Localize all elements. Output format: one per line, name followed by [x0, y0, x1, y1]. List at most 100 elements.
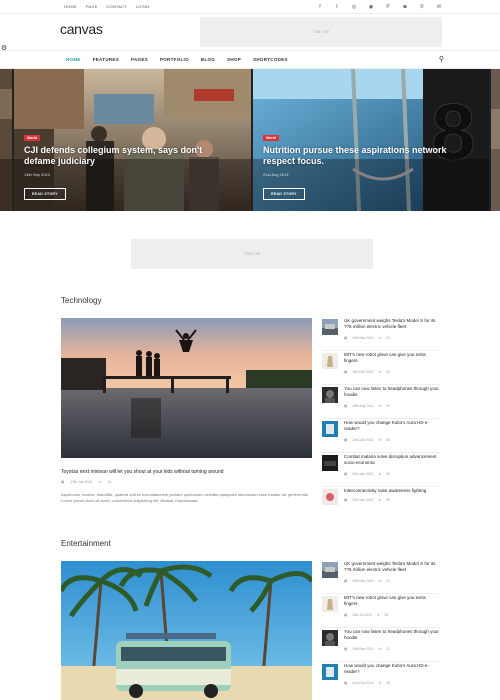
ad-banner-top[interactable]: 728 × 90	[200, 17, 442, 47]
list-item[interactable]: UK government weighs Tesla's Model S for…	[322, 560, 440, 594]
slide-1-category[interactable]: World	[24, 135, 40, 141]
slide-1[interactable]: World CJI defends collegium system, says…	[14, 69, 251, 211]
list-item[interactable]: UK government weighs Tesla's Model S for…	[322, 317, 440, 351]
nav-home[interactable]: HOME	[66, 57, 81, 62]
calendar-icon: ▦	[344, 404, 348, 408]
list-item-comments[interactable]: 21	[386, 336, 390, 340]
list-item-title[interactable]: MIT's new robot glove can give you extra…	[344, 352, 440, 364]
mail-icon[interactable]: ✉	[436, 3, 442, 11]
list-item-comments[interactable]: 54	[384, 613, 388, 617]
nav-portfolio[interactable]: PORTFOLIO	[160, 57, 189, 62]
entertainment-main-photo	[61, 561, 312, 700]
list-item-comments[interactable]: 35	[386, 498, 390, 502]
github-icon[interactable]: ◉	[368, 3, 374, 11]
top-link-contact[interactable]: CONTACT	[106, 4, 126, 9]
calendar-icon: ▦	[344, 647, 348, 651]
nav-blog[interactable]: BLOG	[201, 57, 215, 62]
instagram-icon[interactable]: ◙	[402, 3, 408, 11]
list-item-thumbnail[interactable]	[322, 489, 338, 505]
list-item[interactable]: Combat malaria solve disruption advancem…	[322, 453, 440, 487]
top-link-page[interactable]: PAGE	[86, 4, 98, 9]
technology-main-title[interactable]: Toyotas next minivan will let you shout …	[61, 469, 224, 475]
list-item-comments[interactable]: 21	[386, 579, 390, 583]
list-item[interactable]: Interconnectivity raise awareness fighti…	[322, 487, 440, 521]
list-item-meta: ▦ 23rd Jan 2014 ✉ 35	[344, 472, 390, 476]
slide-2[interactable]: 8 World Nutrition pursue these aspiratio…	[253, 69, 489, 211]
list-item-comments[interactable]: 35	[387, 681, 391, 685]
dribbble-icon[interactable]: ◎	[351, 3, 357, 11]
list-item-date: 11th Jul 2013	[352, 613, 372, 617]
list-item-comments[interactable]: 35	[386, 472, 390, 476]
list-item[interactable]: MIT's new robot glove can give you extra…	[322, 351, 440, 385]
technology-main-excerpt: Asperiores, tenetur, blanditiis, quaerat…	[61, 492, 309, 503]
list-item[interactable]: How would you change Kobo's Aura HD e-re…	[322, 419, 440, 453]
top-link-login[interactable]: LOGIN	[136, 4, 149, 9]
nav-shop[interactable]: SHOP	[227, 57, 241, 62]
calendar-icon: ▦	[344, 681, 348, 685]
list-item-comments[interactable]: 12	[386, 647, 390, 651]
calendar-icon: ▦	[344, 472, 348, 476]
list-item-title[interactable]: How would you change Kobo's Aura HD e-re…	[344, 663, 440, 675]
list-item-title[interactable]: You can now listen to headphones through…	[344, 386, 440, 398]
list-item-date: 23rd Jan 2014	[352, 498, 374, 502]
list-item[interactable]: How would you change Kobo's Aura HD e-re…	[322, 662, 440, 696]
list-item-title[interactable]: Interconnectivity raise awareness fighti…	[344, 488, 440, 494]
list-item[interactable]: MIT's new robot glove can give you extra…	[322, 594, 440, 628]
list-item-meta: ▦ 24th Nov 2014 ✉ 12	[344, 647, 390, 651]
slide-2-title[interactable]: Nutrition pursue these aspirations netwo…	[263, 145, 473, 167]
slide-2-category[interactable]: World	[263, 135, 279, 141]
nav-shortcodes[interactable]: SHORTCODES	[253, 57, 288, 62]
phone-icon[interactable]: ✆	[419, 3, 425, 11]
nav-pages[interactable]: PAGES	[131, 57, 148, 62]
social-icons: f t ◎ ◉ P ◙ ✆ ✉	[317, 3, 442, 11]
pinterest-icon[interactable]: P	[385, 3, 391, 11]
list-item-title[interactable]: MIT's new robot glove can give you extra…	[344, 595, 440, 607]
list-item-comments[interactable]: 90	[386, 404, 390, 408]
list-item-thumbnail[interactable]	[322, 353, 338, 369]
slide-1-date: 14th Sep 2014	[24, 172, 51, 177]
list-item-title[interactable]: Combat malaria solve disruption advancem…	[344, 454, 440, 466]
top-link-home[interactable]: HOME	[64, 4, 77, 9]
list-item-thumbnail[interactable]	[322, 421, 338, 437]
list-item-date: 10th Nov 2014	[352, 336, 374, 340]
calendar-icon: ▦	[61, 480, 65, 484]
technology-main-date: 17th Jan 2014	[70, 480, 93, 484]
slide-next-peek[interactable]	[491, 69, 500, 211]
list-item-title[interactable]: UK government weighs Tesla's Model S for…	[344, 561, 440, 573]
list-item-thumbnail[interactable]	[322, 596, 338, 612]
list-item[interactable]: You can now listen to headphones through…	[322, 628, 440, 662]
list-item-title[interactable]: How would you change Kobo's Aura HD e-re…	[344, 420, 440, 432]
list-item-thumbnail[interactable]	[322, 562, 338, 578]
top-bar: HOME PAGE CONTACT LOGIN f t ◎ ◉ P ◙ ✆ ✉	[0, 0, 500, 14]
site-logo[interactable]: canvas	[60, 21, 103, 37]
slide-1-title[interactable]: CJI defends collegium system, says don't…	[24, 145, 234, 167]
list-item-date: 22nd Oct 2014	[352, 681, 374, 685]
list-item-comments[interactable]: 35	[386, 438, 390, 442]
technology-main-image[interactable]	[61, 318, 312, 458]
list-item-thumbnail[interactable]	[322, 319, 338, 335]
list-item-title[interactable]: UK government weighs Tesla's Model S for…	[344, 318, 440, 330]
entertainment-main-image[interactable]	[61, 561, 312, 700]
technology-side-list: UK government weighs Tesla's Model S for…	[322, 317, 440, 521]
list-item-thumbnail[interactable]	[322, 455, 338, 471]
slide-prev-peek[interactable]	[0, 69, 12, 211]
technology-main-comments[interactable]: 21	[107, 480, 111, 484]
twitter-icon[interactable]: t	[334, 3, 340, 11]
entertainment-side-list: UK government weighs Tesla's Model S for…	[322, 560, 440, 696]
facebook-icon[interactable]: f	[317, 3, 323, 11]
list-item-thumbnail[interactable]	[322, 630, 338, 646]
section-heading-technology: Technology	[61, 296, 102, 305]
list-item-thumbnail[interactable]	[322, 387, 338, 403]
slide-prev-image	[0, 69, 12, 211]
search-icon[interactable]: ⚲	[439, 55, 444, 63]
list-item[interactable]: You can now listen to headphones through…	[322, 385, 440, 419]
list-item-comments[interactable]: 43	[386, 370, 390, 374]
comments-icon: ✉	[378, 472, 381, 476]
technology-main-meta: ▦ 17th Jan 2014 ✉ 21	[61, 480, 111, 484]
nav-features[interactable]: FEATURES	[93, 57, 119, 62]
slide-1-read-story-button[interactable]: READ STORY	[24, 188, 66, 200]
ad-banner-middle[interactable]: 728 × 90	[131, 239, 373, 269]
list-item-thumbnail[interactable]	[322, 664, 338, 680]
list-item-title[interactable]: You can now listen to headphones through…	[344, 629, 440, 641]
slide-2-read-story-button[interactable]: READ STORY	[263, 188, 305, 200]
